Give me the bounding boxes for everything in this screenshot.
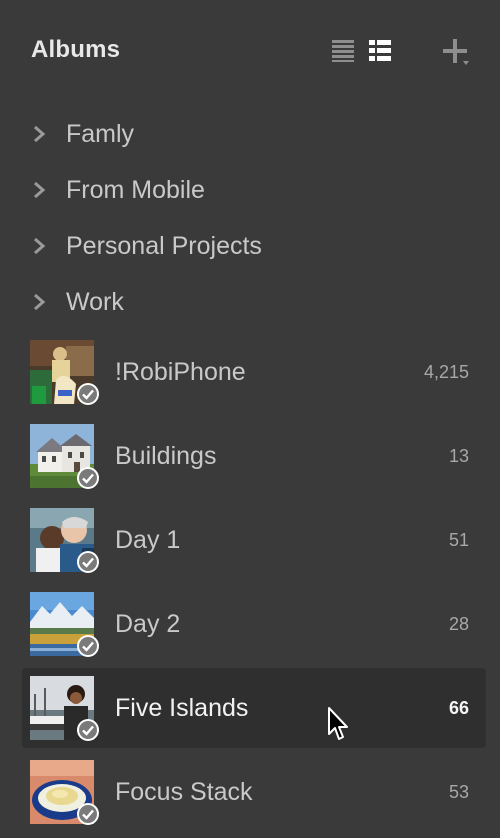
- album-count: 51: [448, 530, 469, 550]
- folder-label: From Mobile: [66, 176, 205, 204]
- chevron-right-icon[interactable]: [32, 237, 46, 255]
- folder-list: Famly From Mobile Personal Projects Work: [0, 106, 500, 330]
- album-item-five-islands[interactable]: Five Islands 66: [0, 668, 500, 752]
- synced-check-icon: [77, 383, 99, 405]
- album-label: Buildings: [115, 442, 217, 470]
- detail-list-icon: [369, 40, 391, 61]
- chevron-right-icon[interactable]: [32, 293, 46, 311]
- folder-label: Famly: [66, 120, 135, 148]
- folder-label: Personal Projects: [66, 232, 262, 260]
- albums-panel: Albums Famly From Mobile Personal Projec…: [0, 0, 500, 838]
- folder-label: Work: [66, 288, 124, 316]
- album-item-buildings[interactable]: Buildings 13: [0, 416, 500, 500]
- synced-check-icon: [77, 635, 99, 657]
- album-item-robiphone[interactable]: !RobiPhone 4,215: [0, 332, 500, 416]
- album-count: 13: [448, 446, 469, 466]
- list-view-button[interactable]: [332, 40, 356, 62]
- panel-title: Albums: [31, 36, 121, 63]
- plus-icon: [443, 39, 469, 65]
- album-label: Five Islands: [115, 694, 249, 722]
- add-album-button[interactable]: [442, 38, 470, 66]
- album-label: Day 1: [115, 526, 181, 554]
- synced-check-icon: [77, 719, 99, 741]
- album-count: 53: [448, 782, 469, 802]
- album-item-focus-stack[interactable]: Focus Stack 53: [0, 752, 500, 836]
- list-icon: [332, 40, 354, 62]
- detail-view-button[interactable]: [369, 40, 393, 62]
- album-item-day-2[interactable]: Day 2 28: [0, 584, 500, 668]
- album-item-day-1[interactable]: Day 1 51: [0, 500, 500, 584]
- folder-item-famly[interactable]: Famly: [0, 106, 500, 162]
- folder-item-work[interactable]: Work: [0, 274, 500, 330]
- album-list: !RobiPhone 4,215 Buildings 13 Day 1 51 D…: [0, 332, 500, 836]
- album-count: 4,215: [423, 362, 469, 382]
- synced-check-icon: [77, 467, 99, 489]
- album-label: Focus Stack: [115, 778, 253, 806]
- panel-header: Albums: [0, 0, 500, 100]
- synced-check-icon: [77, 803, 99, 825]
- album-count: 66: [448, 698, 469, 718]
- chevron-right-icon[interactable]: [32, 125, 46, 143]
- album-label: Day 2: [115, 610, 181, 638]
- folder-item-personal-projects[interactable]: Personal Projects: [0, 218, 500, 274]
- synced-check-icon: [77, 551, 99, 573]
- chevron-right-icon[interactable]: [32, 181, 46, 199]
- album-count: 28: [448, 614, 469, 634]
- folder-item-from-mobile[interactable]: From Mobile: [0, 162, 500, 218]
- album-label: !RobiPhone: [115, 358, 246, 386]
